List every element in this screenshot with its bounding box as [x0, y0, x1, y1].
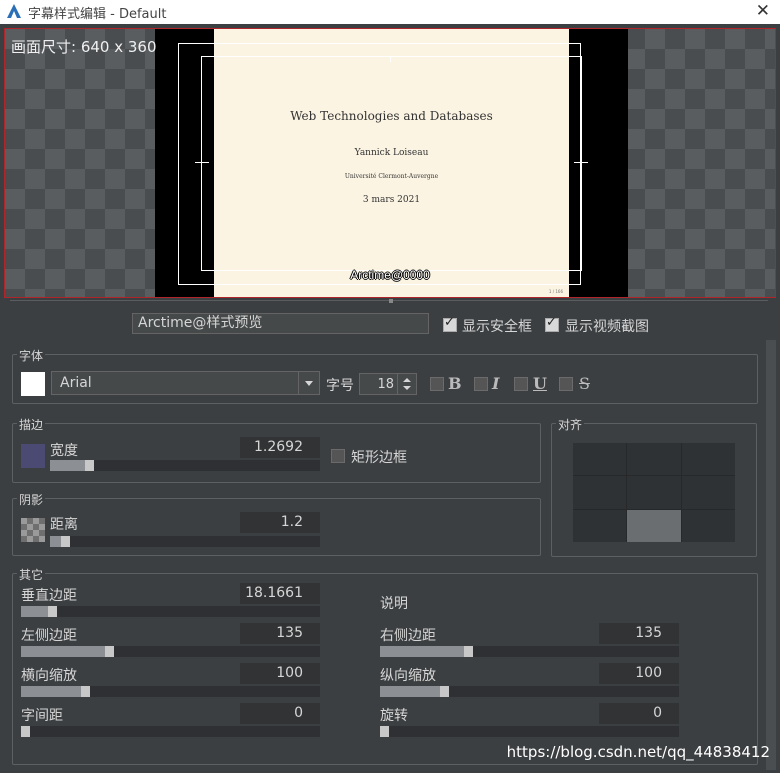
show-safe-frame-checkbox[interactable]	[443, 315, 457, 332]
font-family-value: Arial	[60, 375, 92, 391]
arctime-logo-icon	[7, 4, 21, 18]
font-family-select[interactable]: Arial	[51, 371, 320, 395]
outline-group-title: 描边	[17, 416, 46, 433]
title-bar: 字幕样式编辑 - Default ✕	[0, 0, 780, 24]
shadow-distance-input[interactable]: 1.2	[240, 512, 320, 533]
letter-spacing-label: 字间距	[21, 708, 63, 724]
align-bottom-center[interactable]	[627, 509, 681, 542]
font-size-label: 字号	[326, 378, 354, 394]
letter-spacing-slider[interactable]	[21, 726, 320, 737]
preview-text-input[interactable]: Arctime@样式预览	[132, 313, 429, 334]
align-group-title: 对齐	[556, 416, 585, 433]
font-color-swatch[interactable]	[21, 372, 45, 396]
spinner-arrows-icon[interactable]	[397, 374, 416, 394]
font-size-value: 18	[377, 377, 394, 392]
letter-spacing-input[interactable]: 0	[240, 703, 320, 724]
note-label: 说明	[380, 596, 408, 612]
italic-checkbox[interactable]	[474, 377, 488, 391]
scale-y-input[interactable]: 100	[599, 663, 679, 684]
rect-border-checkbox[interactable]	[331, 449, 345, 463]
strikethrough-label: S	[579, 374, 590, 393]
scale-y-label: 纵向缩放	[380, 668, 436, 684]
align-middle-center[interactable]	[627, 476, 681, 509]
outline-width-slider[interactable]	[50, 460, 320, 471]
shadow-group-title: 阴影	[17, 491, 46, 508]
safe-frame-tick-left	[195, 162, 209, 163]
shadow-distance-slider[interactable]	[50, 536, 320, 547]
outline-color-swatch[interactable]	[21, 444, 45, 468]
scale-y-slider[interactable]	[380, 686, 679, 697]
underline-label: U	[533, 374, 547, 393]
align-top-center[interactable]	[627, 443, 681, 476]
canvas-size-label: 画面尺寸: 640 x 360	[11, 38, 157, 56]
left-margin-input[interactable]: 135	[240, 623, 320, 644]
close-button[interactable]: ✕	[756, 1, 770, 21]
align-bottom-left[interactable]	[573, 509, 627, 542]
right-margin-label: 右侧边距	[380, 628, 436, 644]
shadow-color-swatch[interactable]	[21, 518, 45, 542]
scale-x-input[interactable]: 100	[240, 663, 320, 684]
italic-label: I	[492, 374, 500, 393]
chevron-down-icon	[298, 372, 319, 394]
vertical-margin-slider[interactable]	[21, 606, 320, 617]
show-safe-frame-label: 显示安全框	[462, 319, 532, 335]
align-middle-left[interactable]	[573, 476, 627, 509]
rotation-slider[interactable]	[380, 726, 679, 737]
bold-checkbox[interactable]	[430, 377, 444, 391]
left-margin-label: 左侧边距	[21, 628, 77, 644]
align-bottom-right[interactable]	[681, 509, 735, 542]
splitter-handle[interactable]	[389, 299, 393, 303]
outline-width-input[interactable]: 1.2692	[240, 437, 320, 458]
shadow-distance-label: 距离	[50, 517, 78, 533]
safe-frame-tick-top	[390, 56, 391, 62]
vertical-scrollbar[interactable]	[766, 340, 776, 770]
alignment-grid	[573, 443, 735, 542]
bold-label: B	[448, 374, 462, 393]
strikethrough-checkbox[interactable]	[559, 377, 573, 391]
safe-frame-tick-right	[574, 162, 588, 163]
align-top-right[interactable]	[681, 443, 735, 476]
scale-x-slider[interactable]	[21, 686, 320, 697]
vertical-margin-label: 垂直边距	[21, 588, 77, 604]
vertical-margin-input[interactable]: 18.1661	[240, 583, 320, 604]
right-margin-input[interactable]: 135	[599, 623, 679, 644]
slide-page-number: 1 / 166	[548, 289, 563, 294]
rect-border-label: 矩形边框	[351, 450, 407, 466]
right-margin-slider[interactable]	[380, 646, 679, 657]
window-title: 字幕样式编辑 - Default	[28, 7, 167, 22]
left-margin-slider[interactable]	[21, 646, 320, 657]
font-size-spinner[interactable]: 18	[359, 373, 417, 395]
subtitle-sample-text: Arctime@0000	[350, 268, 430, 282]
underline-checkbox[interactable]	[514, 377, 528, 391]
align-middle-right[interactable]	[681, 476, 735, 509]
safe-frame-inner	[201, 56, 582, 271]
rotation-label: 旋转	[380, 708, 408, 724]
watermark-text: https://blog.csdn.net/qq_44838412	[506, 743, 770, 761]
style-preview-area: Web Technologies and Databases Yannick L…	[4, 28, 776, 298]
show-video-screenshot-checkbox[interactable]	[545, 315, 559, 332]
other-group-title: 其它	[17, 566, 46, 583]
show-video-screenshot-label: 显示视频截图	[565, 319, 649, 335]
scale-x-label: 横向缩放	[21, 668, 77, 684]
outline-width-label: 宽度	[50, 443, 78, 459]
rotation-input[interactable]: 0	[599, 703, 679, 724]
align-top-left[interactable]	[573, 443, 627, 476]
font-group-title: 字体	[17, 347, 46, 364]
